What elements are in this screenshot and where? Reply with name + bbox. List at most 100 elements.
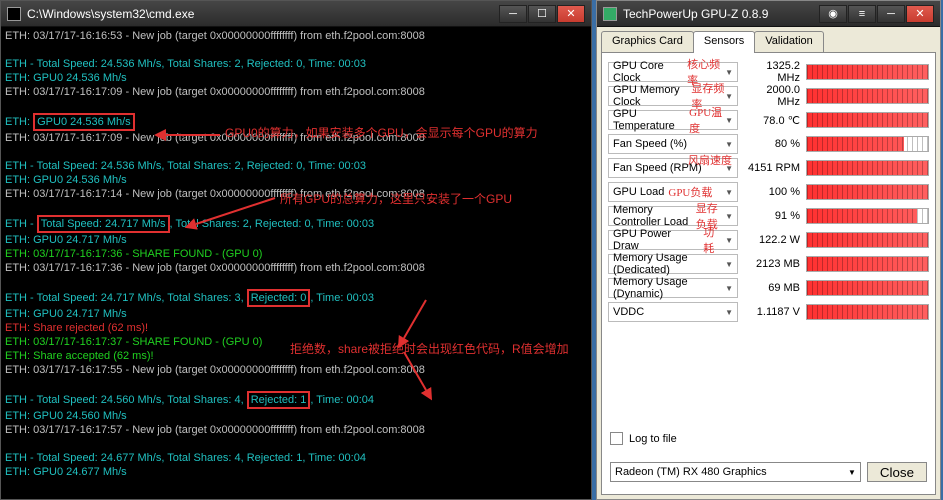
sensor-graph [806, 184, 929, 200]
sensor-graph [806, 136, 929, 152]
menu-button[interactable]: ≡ [848, 5, 876, 23]
tab-strip: Graphics CardSensorsValidation [601, 31, 936, 53]
sensor-label[interactable]: GPU Power Draw功耗▼ [608, 230, 738, 250]
cmd-line [5, 99, 587, 113]
cmd-line: ETH: GPU0 24.717 Mh/s [5, 307, 587, 321]
sensor-value: 78.0 ℃ [742, 114, 802, 127]
close-button[interactable]: Close [867, 462, 927, 482]
cmd-title: C:\Windows\system32\cmd.exe [27, 7, 499, 21]
sensor-graph [806, 64, 929, 80]
close-button[interactable]: ✕ [906, 5, 934, 23]
sensor-value: 122.2 W [742, 234, 802, 246]
cmd-line: ETH: Share accepted (62 ms)! [5, 349, 587, 363]
cmd-line: ETH: GPU0 24.717 Mh/s [5, 233, 587, 247]
sensor-graph [806, 112, 929, 128]
sensor-label[interactable]: Memory Usage (Dynamic)▼ [608, 278, 738, 298]
sensor-row: GPU LoadGPU负载▼ 100 % [608, 181, 929, 203]
cmd-line [5, 437, 587, 451]
sensor-value: 91 % [742, 210, 802, 222]
sensor-value: 100 % [742, 186, 802, 198]
sensor-graph [806, 232, 929, 248]
cmd-line: ETH - Total Speed: 24.717 Mh/s, Total Sh… [5, 289, 587, 307]
cmd-output: ETH: 03/17/17-16:16:53 - New job (target… [1, 27, 591, 499]
sensor-row: 风扇速度Fan Speed (RPM)▼4151 RPM [608, 157, 929, 179]
gpu-select[interactable]: Radeon (TM) RX 480 Graphics▼ [610, 462, 861, 482]
sensor-graph [806, 208, 929, 224]
sensor-label[interactable]: VDDC▼ [608, 302, 738, 322]
cmd-line: ETH: Share rejected (62 ms)! [5, 321, 587, 335]
bottom-bar: Log to file [608, 425, 929, 453]
cmd-titlebar[interactable]: C:\Windows\system32\cmd.exe ─ ☐ ✕ [1, 1, 591, 27]
cmd-line: ETH: GPU0 24.560 Mh/s [5, 409, 587, 423]
sensor-row: GPU Power Draw功耗▼ 122.2 W [608, 229, 929, 251]
cmd-line [5, 201, 587, 215]
sensor-value: 1325.2 MHz [742, 60, 802, 84]
tab-graphics-card[interactable]: Graphics Card [601, 31, 694, 53]
sensor-graph [806, 160, 929, 176]
gpuz-window: TechPowerUp GPU-Z 0.8.9 ◉ ≡ ─ ✕ Graphics… [596, 0, 941, 500]
sensor-value: 80 % [742, 138, 802, 150]
maximize-button[interactable]: ☐ [528, 5, 556, 23]
tab-validation[interactable]: Validation [754, 31, 824, 53]
sensor-label[interactable]: Fan Speed (%)▼ [608, 134, 738, 154]
gpuz-body: Graphics CardSensorsValidation GPU Core … [597, 27, 940, 499]
cmd-line: ETH: 03/17/17-16:17:36 - SHARE FOUND - (… [5, 247, 587, 261]
sensor-row: GPU Core Clock核心频率▼1325.2 MHz [608, 61, 929, 83]
sensor-value: 2123 MB [742, 258, 802, 270]
sensor-graph [806, 88, 929, 104]
minimize-button[interactable]: ─ [499, 5, 527, 23]
cmd-line: ETH: 03/17/17-16:17:36 - New job (target… [5, 261, 587, 275]
cmd-line: ETH: 03/17/17-16:17:55 - New job (target… [5, 363, 587, 377]
sensor-row: Memory Usage (Dedicated)▼ 2123 MB [608, 253, 929, 275]
cmd-line: ETH - Total Speed: 24.536 Mh/s, Total Sh… [5, 159, 587, 173]
minimize-button[interactable]: ─ [877, 5, 905, 23]
sensor-value: 4151 RPM [742, 162, 802, 174]
cmd-line: ETH - Total Speed: 24.717 Mh/s, Total Sh… [5, 215, 587, 233]
sensor-value: 2000.0 MHz [742, 84, 802, 108]
cmd-line: ETH: 03/17/17-16:16:53 - New job (target… [5, 29, 587, 43]
cmd-line: ETH: GPU0 24.536 Mh/s [5, 71, 587, 85]
cmd-line [5, 145, 587, 159]
sensor-graph [806, 280, 929, 296]
sensor-row: Memory Controller Load显存负载▼ 91 % [608, 205, 929, 227]
cmd-line [5, 43, 587, 57]
gpuz-title: TechPowerUp GPU-Z 0.8.9 [623, 7, 819, 21]
cmd-line: ETH: 03/17/17-16:17:37 - SHARE FOUND - (… [5, 335, 587, 349]
tab-sensors[interactable]: Sensors [693, 31, 755, 53]
sensor-row: Memory Usage (Dynamic)▼ 69 MB [608, 277, 929, 299]
cmd-line: ETH: 03/17/17-16:17:14 - New job (target… [5, 187, 587, 201]
log-checkbox[interactable] [610, 432, 623, 445]
gpuz-titlebar[interactable]: TechPowerUp GPU-Z 0.8.9 ◉ ≡ ─ ✕ [597, 1, 940, 27]
cmd-window: C:\Windows\system32\cmd.exe ─ ☐ ✕ ETH: 0… [0, 0, 592, 500]
sensor-label[interactable]: GPU TemperatureGPU温度▼ [608, 110, 738, 130]
sensor-value: 1.1187 V [742, 306, 802, 318]
cmd-line: ETH: GPU0 24.536 Mh/s [5, 113, 587, 131]
cmd-line [5, 275, 587, 289]
sensor-row: GPU Memory Clock显存频率▼2000.0 MHz [608, 85, 929, 107]
cmd-icon [7, 7, 21, 21]
cmd-line: ETH: 03/17/17-16:17:09 - New job (target… [5, 85, 587, 99]
sensor-row: VDDC▼ 1.1187 V [608, 301, 929, 323]
sensor-row: GPU TemperatureGPU温度▼ 78.0 ℃ [608, 109, 929, 131]
cmd-line: ETH: 03/17/17-16:17:09 - New job (target… [5, 131, 587, 145]
log-label: Log to file [629, 433, 677, 445]
cmd-line: ETH - Total Speed: 24.677 Mh/s, Total Sh… [5, 451, 587, 465]
sensors-panel: GPU Core Clock核心频率▼1325.2 MHzGPU Memory … [601, 52, 936, 495]
cmd-line: ETH: GPU0 24.536 Mh/s [5, 173, 587, 187]
sensor-label[interactable]: GPU LoadGPU负载▼ [608, 182, 738, 202]
sensor-value: 69 MB [742, 282, 802, 294]
sensor-label[interactable]: GPU Memory Clock显存频率▼ [608, 86, 738, 106]
cmd-line: ETH: GPU0 24.677 Mh/s [5, 465, 587, 479]
gpuz-icon [603, 7, 617, 21]
sensor-label[interactable]: Memory Controller Load显存负载▼ [608, 206, 738, 226]
sensor-label[interactable]: GPU Core Clock核心频率▼ [608, 62, 738, 82]
cmd-line [5, 377, 587, 391]
camera-button[interactable]: ◉ [819, 5, 847, 23]
cmd-line: ETH: 03/17/17-16:17:57 - New job (target… [5, 423, 587, 437]
cmd-line: ETH - Total Speed: 24.560 Mh/s, Total Sh… [5, 391, 587, 409]
sensor-graph [806, 256, 929, 272]
close-button[interactable]: ✕ [557, 5, 585, 23]
sensor-graph [806, 304, 929, 320]
sensor-row: Fan Speed (%)▼ 80 % [608, 133, 929, 155]
sensor-label[interactable]: Memory Usage (Dedicated)▼ [608, 254, 738, 274]
